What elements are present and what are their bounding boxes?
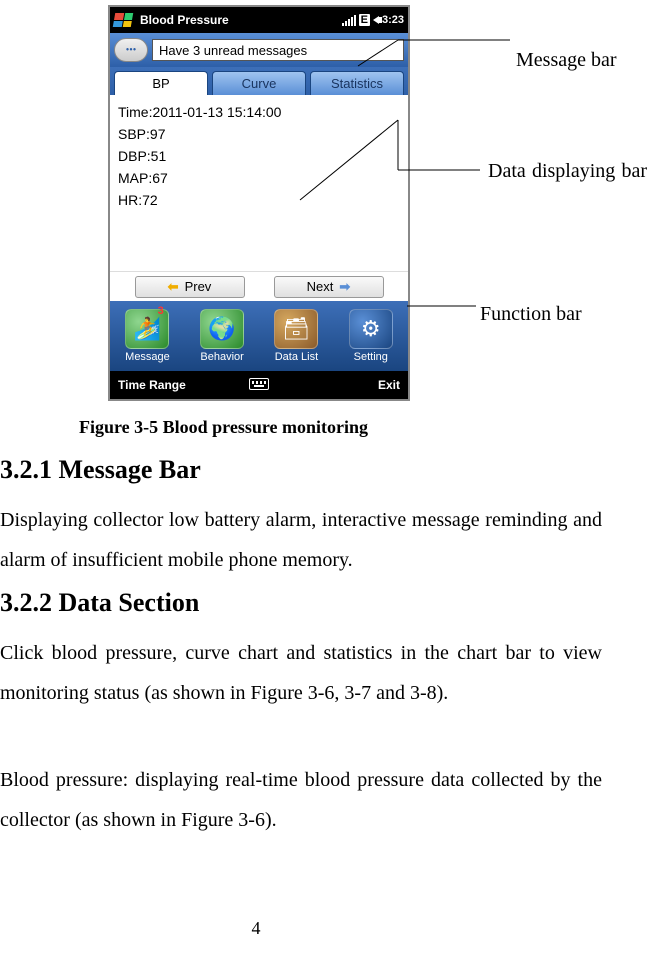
func-message-label: Message	[125, 351, 170, 363]
network-e-icon: E	[359, 14, 370, 26]
page-number: 4	[0, 918, 512, 939]
tab-curve[interactable]: Curve	[212, 71, 306, 95]
softkey-bar: Time Range Exit	[110, 371, 408, 399]
func-behavior-label: Behavior	[200, 351, 243, 363]
arrow-left-icon: ⬅	[168, 279, 179, 295]
anno-function-bar: Function bar	[480, 298, 582, 330]
heading-message-bar: 3.2.1 Message Bar	[0, 455, 602, 485]
func-datalist[interactable]: 🗃 Data List	[274, 309, 318, 363]
datalist-icon: 🗃	[274, 309, 318, 349]
message-bar: ••• Have 3 unread messages	[110, 33, 408, 67]
func-datalist-label: Data List	[275, 351, 318, 363]
windows-logo-icon	[113, 13, 133, 27]
func-setting-label: Setting	[354, 351, 388, 363]
next-label: Next	[307, 279, 334, 294]
speaker-icon	[373, 16, 379, 24]
phone-status-bar: Blood Pressure E 3:23	[110, 7, 408, 33]
func-behavior[interactable]: 🌍 Behavior	[200, 309, 244, 363]
data-sbp: SBP:97	[118, 123, 400, 145]
data-dbp: DBP:51	[118, 145, 400, 167]
anno-data-bar: Data displaying bar	[488, 155, 647, 187]
function-bar: 🏄 3 Message 🌍 Behavior 🗃 Data List ⚙ Set…	[110, 301, 408, 371]
next-button[interactable]: Next ➡	[274, 276, 384, 298]
para-message-bar: Displaying collector low battery alarm, …	[0, 500, 602, 580]
data-time: Time:2011-01-13 15:14:00	[118, 101, 400, 123]
setting-icon: ⚙	[349, 309, 393, 349]
data-map: MAP:67	[118, 167, 400, 189]
prev-button[interactable]: ⬅ Prev	[135, 276, 245, 298]
figure-caption: Figure 3-5 Blood pressure monitoring	[79, 417, 368, 438]
keyboard-icon	[249, 378, 269, 390]
heading-data-section: 3.2.2 Data Section	[0, 588, 602, 618]
anno-message-bar: Message bar	[516, 44, 636, 76]
tab-statistics[interactable]: Statistics	[310, 71, 404, 95]
para-data-section-1: Click blood pressure, curve chart and st…	[0, 633, 602, 713]
message-badge: 3	[158, 305, 164, 317]
signal-icon	[342, 14, 356, 26]
behavior-icon: 🌍	[200, 309, 244, 349]
status-time: 3:23	[382, 14, 404, 26]
status-title: Blood Pressure	[140, 13, 229, 27]
message-bar-icon[interactable]: •••	[114, 38, 148, 62]
message-bar-text[interactable]: Have 3 unread messages	[152, 39, 404, 61]
softkey-time-range[interactable]: Time Range	[110, 378, 239, 392]
softkey-keyboard[interactable]	[239, 377, 279, 393]
phone-screenshot: Blood Pressure E 3:23 ••• Have 3 unread …	[108, 5, 410, 401]
status-icons: E 3:23	[342, 14, 404, 26]
func-setting[interactable]: ⚙ Setting	[349, 309, 393, 363]
tabs-row: BP Curve Statistics	[110, 67, 408, 95]
softkey-exit[interactable]: Exit	[279, 378, 408, 392]
prev-label: Prev	[185, 279, 212, 294]
data-hr: HR:72	[118, 189, 400, 211]
arrow-right-icon: ➡	[339, 279, 350, 295]
tab-bp[interactable]: BP	[114, 71, 208, 95]
page: Blood Pressure E 3:23 ••• Have 3 unread …	[0, 0, 647, 955]
func-message[interactable]: 🏄 3 Message	[125, 309, 170, 363]
data-display-area: Time:2011-01-13 15:14:00 SBP:97 DBP:51 M…	[110, 95, 408, 271]
nav-row: ⬅ Prev Next ➡	[110, 271, 408, 301]
para-data-section-2: Blood pressure: displaying real-time blo…	[0, 760, 602, 840]
